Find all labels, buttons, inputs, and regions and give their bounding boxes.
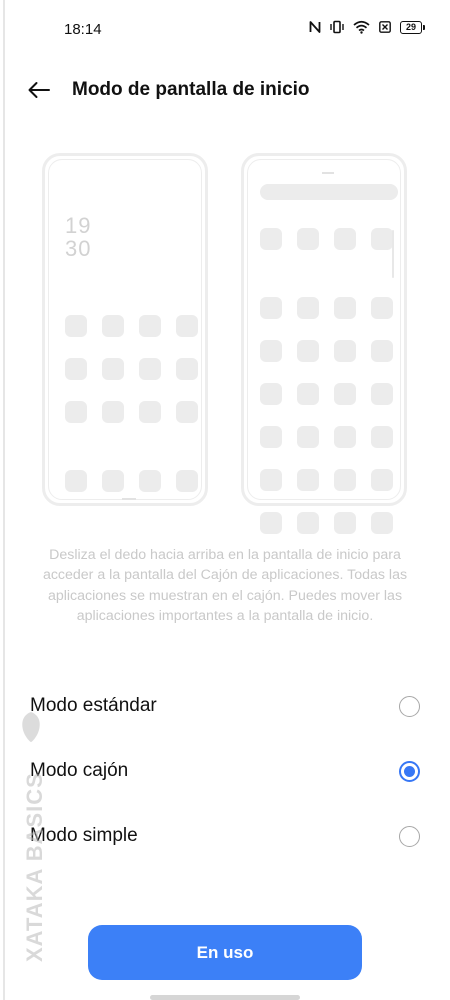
status-bar: 18:14 29 — [0, 0, 450, 60]
app-placeholder — [371, 228, 393, 250]
option-modo-simple[interactable]: Modo simple — [0, 812, 450, 862]
app-placeholder — [260, 228, 282, 250]
app-placeholder — [334, 228, 356, 250]
drawer-search-bar — [260, 184, 398, 200]
app-placeholder — [334, 383, 356, 405]
app-placeholder — [260, 340, 282, 362]
preview-app-grid — [65, 315, 198, 423]
drawer-mode-preview[interactable] — [241, 153, 407, 534]
app-placeholder — [371, 297, 393, 319]
app-placeholder — [334, 469, 356, 491]
app-placeholder — [371, 469, 393, 491]
drawer-top-row — [260, 228, 393, 250]
watermark-text: XATAKA BASICS — [22, 772, 47, 962]
option-modo-cajon[interactable]: Modo cajón — [0, 747, 450, 797]
back-button[interactable] — [24, 78, 54, 102]
vibrate-icon — [330, 20, 344, 34]
radio-button[interactable] — [399, 826, 420, 847]
option-modo-estandar[interactable]: Modo estándar — [0, 682, 450, 732]
app-placeholder — [371, 426, 393, 448]
app-placeholder — [65, 358, 87, 380]
app-placeholder — [139, 358, 161, 380]
app-placeholder — [139, 315, 161, 337]
app-placeholder — [65, 470, 87, 492]
app-placeholder — [371, 383, 393, 405]
app-placeholder — [260, 426, 282, 448]
app-placeholder — [297, 383, 319, 405]
preview-home-indicator — [122, 498, 136, 500]
app-placeholder — [297, 426, 319, 448]
app-placeholder — [297, 297, 319, 319]
gesture-nav-handle[interactable] — [150, 995, 300, 1000]
app-placeholder — [334, 297, 356, 319]
preview-screen — [247, 159, 401, 534]
app-placeholder — [334, 426, 356, 448]
drawer-scrollbar — [392, 230, 394, 278]
app-placeholder — [260, 469, 282, 491]
status-icons: 29 — [309, 20, 425, 34]
preview-dock — [65, 470, 198, 492]
arrow-left-icon — [28, 82, 50, 98]
in-use-button[interactable]: En uso — [88, 925, 362, 980]
watermark-logo-icon — [22, 712, 40, 742]
app-placeholder — [334, 512, 356, 534]
app-placeholder — [65, 315, 87, 337]
preview-clock: 19 30 — [65, 214, 91, 260]
app-placeholder — [102, 315, 124, 337]
app-placeholder — [260, 383, 282, 405]
wifi-icon — [353, 20, 370, 34]
app-placeholder — [176, 401, 198, 423]
radio-button[interactable] — [399, 696, 420, 717]
sim-off-icon — [379, 21, 391, 33]
preview-screen: 19 30 — [48, 159, 202, 500]
app-placeholder — [102, 470, 124, 492]
drawer-handle — [322, 172, 334, 174]
battery-icon: 29 — [400, 20, 425, 34]
standard-mode-preview[interactable]: 19 30 — [42, 153, 208, 506]
option-label: Modo estándar — [30, 695, 157, 716]
preview-clock-hour: 19 — [65, 213, 92, 238]
app-placeholder — [260, 297, 282, 319]
app-placeholder — [139, 470, 161, 492]
app-placeholder — [102, 401, 124, 423]
app-placeholder — [176, 315, 198, 337]
app-placeholder — [176, 470, 198, 492]
app-placeholder — [139, 401, 161, 423]
status-time: 18:14 — [64, 21, 102, 38]
radio-button-selected[interactable] — [399, 761, 420, 782]
app-placeholder — [260, 512, 282, 534]
app-placeholder — [297, 469, 319, 491]
mode-description: Desliza el dedo hacia arriba en la panta… — [42, 547, 408, 624]
page-title: Modo de pantalla de inicio — [72, 79, 310, 100]
header: Modo de pantalla de inicio — [0, 70, 450, 110]
app-placeholder — [297, 228, 319, 250]
app-placeholder — [102, 358, 124, 380]
app-placeholder — [371, 512, 393, 534]
app-placeholder — [176, 358, 198, 380]
app-placeholder — [297, 340, 319, 362]
preview-clock-minute: 30 — [65, 236, 92, 261]
app-placeholder — [371, 340, 393, 362]
app-placeholder — [334, 340, 356, 362]
nfc-icon — [309, 20, 321, 34]
app-placeholder — [65, 401, 87, 423]
drawer-app-grid — [260, 297, 393, 534]
app-placeholder — [297, 512, 319, 534]
